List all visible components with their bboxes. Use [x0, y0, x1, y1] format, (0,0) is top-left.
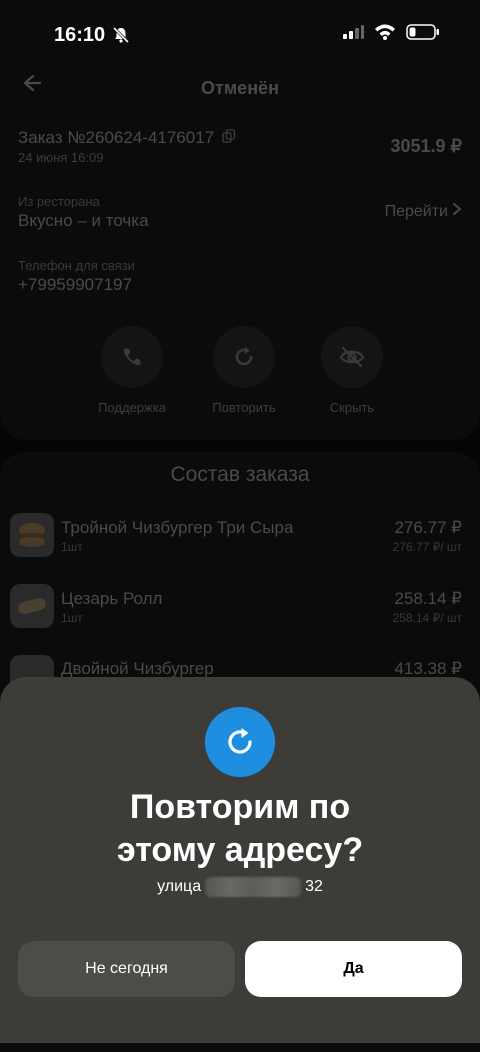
support-chat-icon — [101, 326, 163, 388]
repeat-button[interactable]: Повторить — [184, 326, 304, 415]
list-item[interactable]: Тройной Чизбургер Три Сыра 1шт 276.77 ₽ … — [8, 513, 472, 561]
item-name: Двойной Чизбургер — [61, 659, 214, 678]
goto-label: Перейти — [384, 202, 448, 220]
status-indicators — [342, 24, 440, 45]
status-time: 16:10 — [54, 24, 106, 46]
item-unit-price: 258.14 ₽/ шт — [392, 611, 462, 625]
order-number: Заказ №260624-4176017 — [18, 128, 215, 147]
order-total: 3051.9 ₽ — [390, 136, 462, 156]
item-name: Тройной Чизбургер Три Сыра — [61, 518, 294, 537]
hide-button[interactable]: Скрыть — [292, 326, 412, 415]
list-item[interactable]: Цезарь Ролл 1шт 258.14 ₽ 258.14 ₽/ шт — [8, 584, 472, 632]
support-label: Поддержка — [98, 400, 166, 415]
repeat-icon — [213, 326, 275, 388]
item-unit-price: 276.77 ₽/ шт — [392, 540, 462, 554]
order-date: 24 июня 16:09 — [18, 150, 104, 165]
item-price: 258.14 ₽ — [394, 589, 462, 608]
restaurant-label: Из ресторана — [18, 194, 100, 209]
hide-label: Скрыть — [329, 400, 375, 415]
sheet-title: Повторим по этому адресу? — [0, 786, 480, 872]
address-blurred — [205, 877, 302, 897]
composition-title: Состав заказа — [170, 463, 310, 486]
delivery-address: улица 32 — [0, 877, 480, 897]
phone-number: +79959907197 — [18, 275, 132, 294]
item-price: 413.38 ₽ — [394, 659, 462, 678]
support-button[interactable]: Поддержка — [72, 326, 192, 415]
goto-restaurant-link[interactable]: Перейти — [385, 202, 462, 221]
item-image — [10, 513, 54, 557]
page-title: Отменён — [201, 78, 279, 98]
item-qty: 1шт — [61, 540, 83, 554]
bell-muted-icon — [112, 26, 130, 49]
repeat-label: Повторить — [212, 400, 276, 415]
address-suffix: 32 — [305, 878, 323, 895]
repeat-icon — [205, 707, 275, 777]
copy-icon[interactable] — [222, 128, 236, 148]
phone-label: Телефон для связи — [18, 258, 135, 273]
item-image — [10, 584, 54, 628]
wifi-icon — [374, 24, 396, 45]
sheet-title-line2: этому адресу? — [116, 831, 364, 869]
item-name: Цезарь Ролл — [61, 589, 163, 608]
sheet-title-line1: Повторим по — [129, 788, 351, 826]
restaurant-name: Вкусно – и точка — [18, 211, 149, 230]
item-price: 276.77 ₽ — [394, 518, 462, 537]
chevron-right-icon — [452, 202, 462, 221]
yes-button[interactable]: Да — [245, 941, 462, 997]
hide-eye-icon — [321, 326, 383, 388]
battery-icon — [406, 24, 440, 45]
cellular-signal-icon — [342, 24, 364, 45]
item-qty: 1шт — [61, 611, 83, 625]
not-today-button[interactable]: Не сегодня — [18, 941, 235, 997]
address-prefix: улица — [157, 878, 202, 895]
